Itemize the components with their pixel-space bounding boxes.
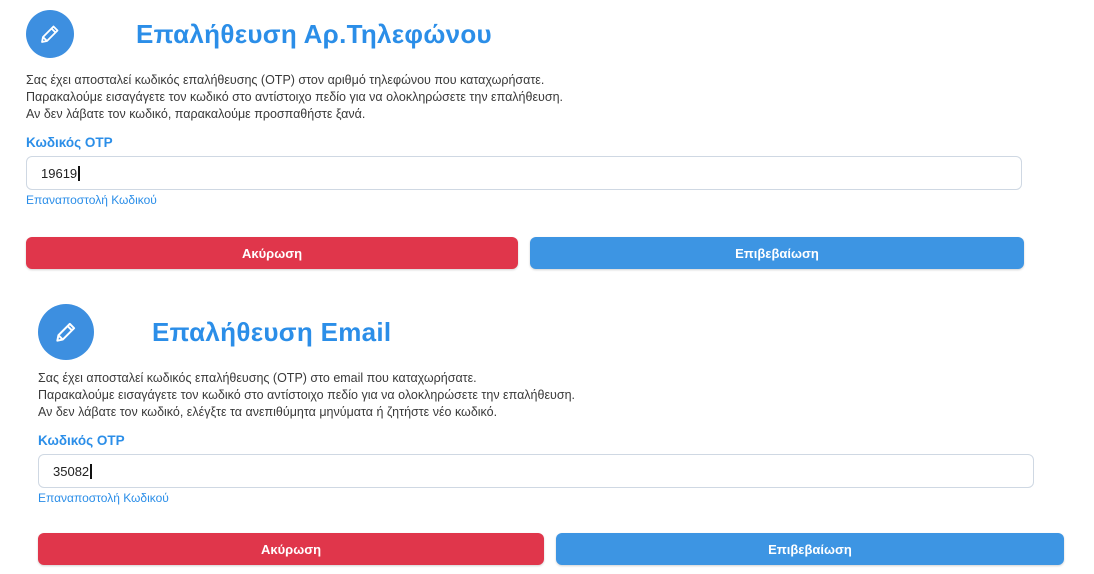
description-line: Σας έχει αποσταλεί κωδικός επαλήθευσης (… bbox=[38, 371, 477, 385]
resend-code-link[interactable]: Επαναποστολή Κωδικού bbox=[38, 491, 1068, 505]
otp-input-value: 19619 bbox=[41, 165, 78, 181]
description-line: Παρακαλούμε εισαγάγετε τον κωδικό στο αν… bbox=[26, 90, 563, 104]
otp-input-value: 35082 bbox=[53, 463, 90, 479]
cancel-button[interactable]: Ακύρωση bbox=[26, 237, 518, 269]
button-row: Ακύρωση Επιβεβαίωση bbox=[26, 237, 1026, 269]
text-caret bbox=[90, 463, 93, 479]
confirm-button[interactable]: Επιβεβαίωση bbox=[556, 533, 1064, 565]
description-line: Σας έχει αποσταλεί κωδικός επαλήθευσης (… bbox=[26, 73, 545, 87]
cancel-button[interactable]: Ακύρωση bbox=[38, 533, 544, 565]
pencil-icon bbox=[26, 10, 74, 58]
phone-verification-section: Επαλήθευση Αρ.Τηλεφώνου Σας έχει αποσταλ… bbox=[26, 6, 1026, 269]
page-title: Επαλήθευση Email bbox=[152, 316, 392, 347]
otp-input[interactable]: 35082 bbox=[38, 454, 1034, 488]
pencil-icon bbox=[38, 304, 94, 360]
text-caret bbox=[78, 165, 81, 181]
description-line: Παρακαλούμε εισαγάγετε τον κωδικό στο αν… bbox=[38, 388, 575, 402]
description-line: Αν δεν λάβατε τον κωδικό, ελέγξτε τα ανε… bbox=[38, 405, 498, 419]
email-verification-description: Σας έχει αποσταλεί κωδικός επαλήθευσης (… bbox=[38, 370, 1068, 421]
phone-verification-description: Σας έχει αποσταλεί κωδικός επαλήθευσης (… bbox=[26, 72, 1026, 123]
resend-code-link[interactable]: Επαναποστολή Κωδικού bbox=[26, 193, 1026, 207]
button-row: Ακύρωση Επιβεβαίωση bbox=[38, 533, 1068, 565]
otp-input[interactable]: 19619 bbox=[26, 156, 1022, 190]
otp-field-label: Κωδικός OTP bbox=[26, 135, 113, 150]
description-line: Αν δεν λάβατε τον κωδικό, παρακαλούμε πρ… bbox=[26, 107, 366, 121]
email-verification-header: Επαλήθευση Email bbox=[38, 304, 1068, 360]
otp-field-label: Κωδικός OTP bbox=[38, 433, 125, 448]
email-verification-section: Επαλήθευση Email Σας έχει αποσταλεί κωδι… bbox=[38, 304, 1068, 565]
page-title: Επαλήθευση Αρ.Τηλεφώνου bbox=[136, 18, 492, 49]
confirm-button[interactable]: Επιβεβαίωση bbox=[530, 237, 1024, 269]
phone-verification-header: Επαλήθευση Αρ.Τηλεφώνου bbox=[26, 6, 1026, 62]
